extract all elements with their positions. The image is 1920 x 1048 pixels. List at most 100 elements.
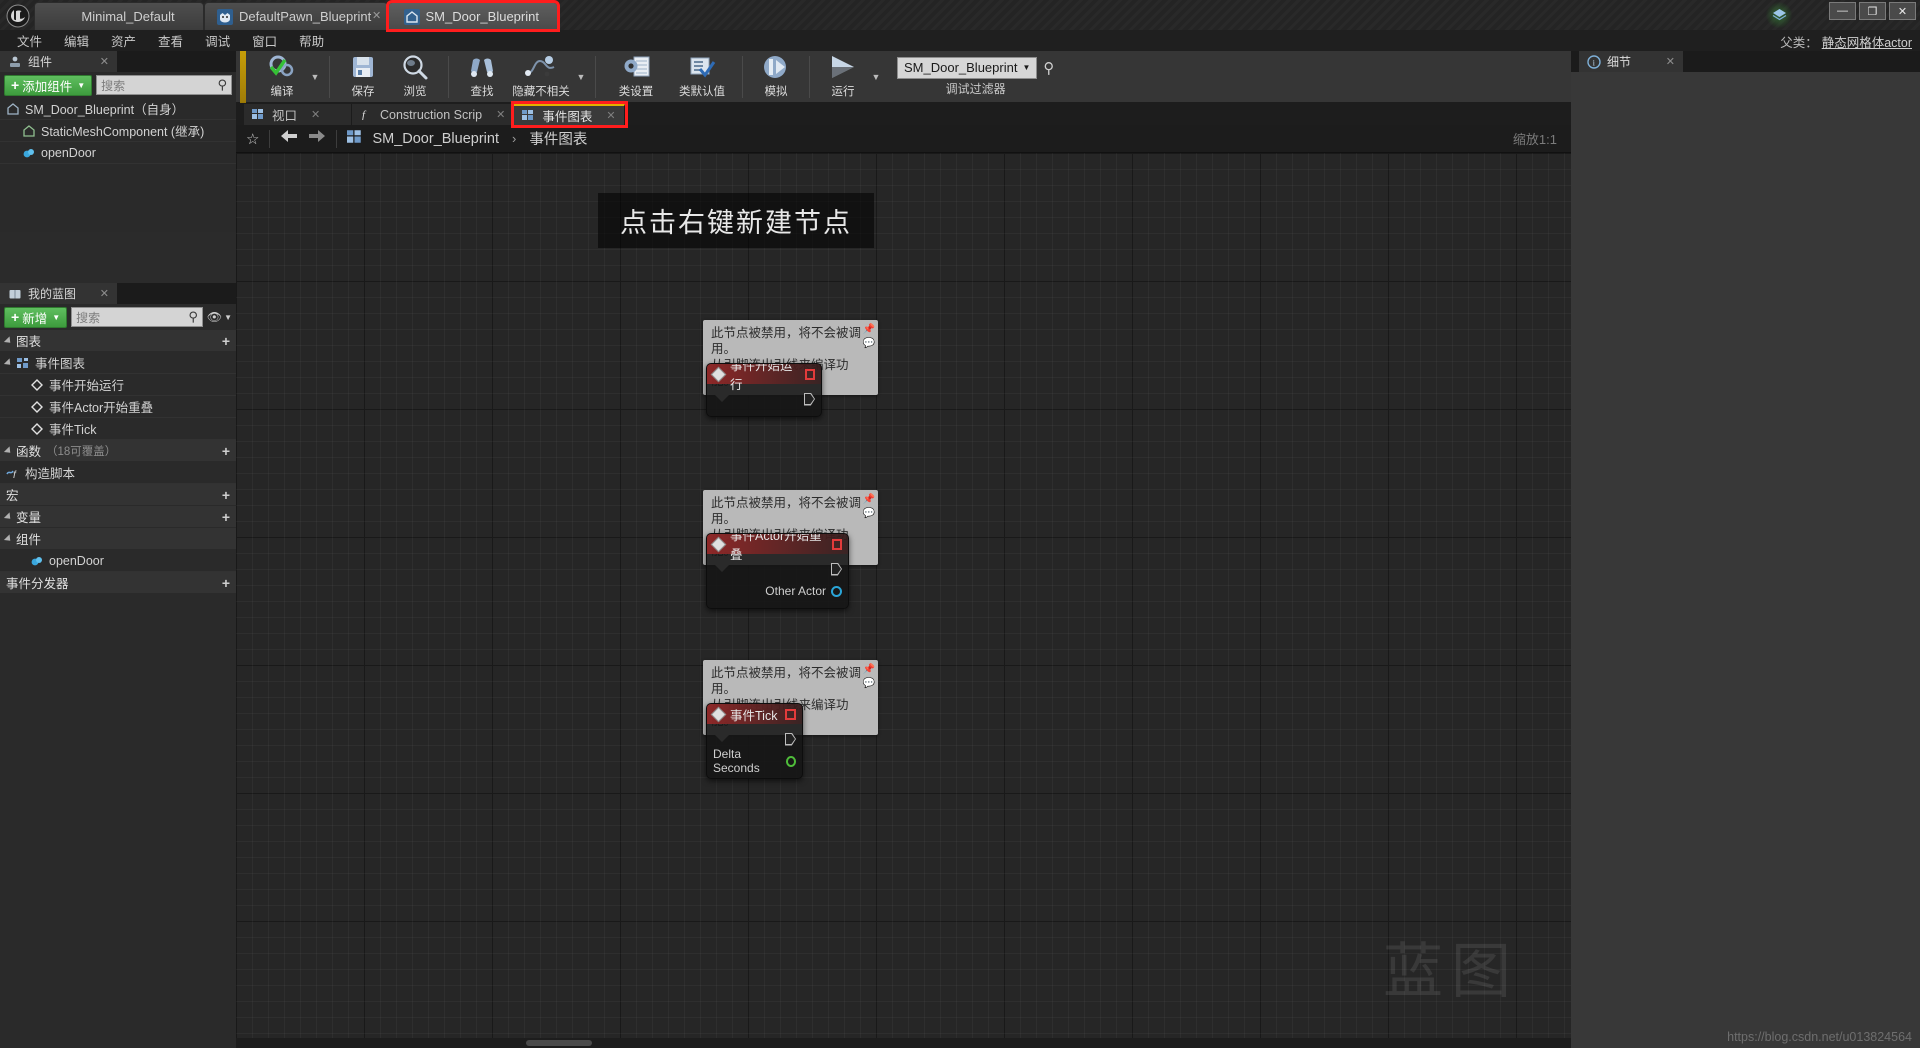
add-graph-button[interactable]: + bbox=[222, 333, 230, 349]
class-settings-button[interactable]: 类设置 bbox=[603, 52, 669, 102]
blueprint-book-icon bbox=[8, 287, 22, 301]
left-dock: 组件 ✕ + 添加组件 ▼ 搜索 ⚲ SM_Door_Blueprint（自身） bbox=[0, 51, 236, 1048]
window-tab-sm-door-blueprint[interactable]: SM_Door_Blueprint bbox=[386, 0, 561, 32]
function-item-construction-script[interactable]: f 构造脚本 bbox=[0, 462, 236, 484]
graph-item-event-begin-play[interactable]: 事件开始运行 bbox=[0, 374, 236, 396]
scrollbar-thumb[interactable] bbox=[526, 1040, 592, 1046]
window-tab-minimal-default[interactable]: Minimal_Default bbox=[34, 2, 204, 30]
debug-filter-select[interactable]: SM_Door_Blueprint ▼ bbox=[897, 56, 1038, 79]
compile-button[interactable]: 编译 bbox=[256, 52, 308, 102]
component-row-opendoor[interactable]: openDoor bbox=[0, 142, 236, 164]
components-search-input[interactable]: 搜索 ⚲ bbox=[96, 75, 232, 95]
canvas-horizontal-scrollbar[interactable] bbox=[236, 1038, 1571, 1048]
breadcrumb-leaf[interactable]: 事件图表 bbox=[529, 128, 587, 149]
unreal-account-badge-icon[interactable] bbox=[1766, 2, 1792, 28]
hide-unrelated-dropdown-caret-icon[interactable]: ▼ bbox=[574, 52, 588, 102]
close-icon[interactable]: ✕ bbox=[496, 108, 505, 121]
visibility-options-button[interactable]: 👁 ▼ bbox=[207, 310, 232, 324]
add-variable-button[interactable]: + bbox=[222, 509, 230, 525]
forward-arrow-icon[interactable] bbox=[308, 129, 326, 148]
tab-construction-script[interactable]: f Construction Scrip ✕ bbox=[352, 104, 515, 125]
tab-viewport[interactable]: 视口 ✕ bbox=[244, 104, 352, 125]
node-pin-other-actor[interactable]: Other Actor bbox=[713, 580, 842, 602]
variable-item-opendoor[interactable]: openDoor bbox=[0, 550, 236, 572]
section-components[interactable]: 组件 bbox=[0, 528, 236, 550]
section-variables[interactable]: 变量 + bbox=[0, 506, 236, 528]
exec-pin-icon[interactable] bbox=[804, 393, 815, 406]
menu-item-edit[interactable]: 编辑 bbox=[55, 29, 98, 52]
close-icon[interactable]: ✕ bbox=[1666, 55, 1675, 68]
play-button[interactable]: 运行 bbox=[817, 52, 869, 102]
compile-dropdown-caret-icon[interactable]: ▼ bbox=[308, 52, 322, 102]
tab-details[interactable]: i 细节 ✕ bbox=[1579, 51, 1683, 72]
expand-arrow-icon bbox=[3, 511, 14, 522]
menu-item-view[interactable]: 查看 bbox=[149, 29, 192, 52]
window-tab-defaultpawn-blueprint[interactable]: DefaultPawn_Blueprint ✕ bbox=[204, 2, 389, 30]
menu-item-debug[interactable]: 调试 bbox=[196, 29, 239, 52]
add-event-dispatcher-button[interactable]: + bbox=[222, 575, 230, 591]
comment-bubble-icon[interactable]: 💬 bbox=[863, 336, 875, 352]
close-icon[interactable]: ✕ bbox=[100, 55, 109, 68]
play-dropdown-caret-icon[interactable]: ▼ bbox=[869, 52, 883, 102]
section-functions[interactable]: 函数 （18可覆盖） + bbox=[0, 440, 236, 462]
divider bbox=[269, 129, 271, 148]
comment-bubble-icon[interactable]: 💬 bbox=[863, 506, 875, 522]
parent-class-value[interactable]: 静态网格体actor bbox=[1822, 32, 1912, 51]
my-blueprint-search-input[interactable]: 搜索 ⚲ bbox=[71, 307, 203, 327]
minimize-button[interactable]: — bbox=[1829, 2, 1856, 20]
favorite-star-icon[interactable]: ☆ bbox=[246, 130, 259, 148]
component-row-self[interactable]: SM_Door_Blueprint（自身） bbox=[0, 98, 236, 120]
breadcrumb-separator: › bbox=[512, 131, 517, 146]
add-function-button[interactable]: + bbox=[222, 443, 230, 459]
section-label: 宏 bbox=[6, 489, 19, 503]
node-event-begin-play[interactable]: 事件开始运行 bbox=[706, 363, 822, 417]
component-blue-icon bbox=[22, 146, 36, 160]
subsection-event-graph[interactable]: 事件图表 bbox=[0, 352, 236, 374]
breadcrumb-root[interactable]: SM_Door_Blueprint bbox=[372, 131, 499, 147]
exec-pin-icon[interactable] bbox=[831, 563, 842, 576]
graph-item-event-actor-begin-overlap[interactable]: 事件Actor开始重叠 bbox=[0, 396, 236, 418]
float-pin-icon[interactable] bbox=[785, 755, 796, 767]
menu-item-asset[interactable]: 资产 bbox=[102, 29, 145, 52]
play-icon bbox=[827, 52, 859, 82]
function-item-label: 构造脚本 bbox=[25, 467, 76, 481]
browse-button[interactable]: 浏览 bbox=[389, 52, 441, 102]
menu-item-help[interactable]: 帮助 bbox=[290, 29, 333, 52]
debug-filter-search-icon[interactable]: ⚲ bbox=[1043, 59, 1054, 77]
close-icon[interactable]: ✕ bbox=[311, 108, 320, 121]
node-pin-delta-seconds[interactable]: Delta Seconds bbox=[713, 747, 796, 775]
hide-unrelated-button[interactable]: 隐藏不相关 bbox=[508, 52, 574, 102]
event-graph-canvas[interactable]: 点击右键新建节点 此节点被禁用，将不会被调用。 从引脚连出引线来编译功能。 📌 … bbox=[236, 153, 1571, 1048]
object-pin-icon[interactable] bbox=[831, 585, 842, 597]
tab-my-blueprint[interactable]: 我的蓝图 ✕ bbox=[0, 283, 118, 304]
comment-bubble-icon[interactable]: 💬 bbox=[863, 676, 875, 692]
back-arrow-icon[interactable] bbox=[280, 129, 298, 148]
close-icon[interactable]: ✕ bbox=[100, 287, 109, 300]
graph-item-event-tick[interactable]: 事件Tick bbox=[0, 418, 236, 440]
simulate-button[interactable]: 模拟 bbox=[750, 52, 802, 102]
close-icon[interactable]: ✕ bbox=[606, 109, 615, 122]
add-macro-button[interactable]: + bbox=[222, 487, 230, 503]
comment-line-1: 此节点被禁用，将不会被调用。 bbox=[711, 326, 862, 356]
section-graphs[interactable]: 图表 + bbox=[0, 330, 236, 352]
expand-arrow-icon bbox=[3, 335, 14, 346]
exec-pin-icon[interactable] bbox=[785, 733, 796, 746]
tab-event-graph[interactable]: 事件图表 ✕ bbox=[511, 101, 628, 128]
add-component-button[interactable]: + 添加组件 ▼ bbox=[4, 74, 93, 96]
section-event-dispatchers[interactable]: 事件分发器 + bbox=[0, 572, 236, 594]
node-event-tick[interactable]: 事件Tick Delta Seconds bbox=[706, 703, 803, 779]
section-macros[interactable]: 宏 + bbox=[0, 484, 236, 506]
menu-item-file[interactable]: 文件 bbox=[8, 29, 51, 52]
add-new-button[interactable]: + 新增 ▼ bbox=[4, 306, 68, 328]
unreal-blueprint-editor: Minimal_Default DefaultPawn_Blueprint ✕ … bbox=[0, 0, 1920, 1048]
maximize-button[interactable]: ❐ bbox=[1859, 2, 1886, 20]
window-tab-close-icon[interactable]: ✕ bbox=[372, 9, 381, 22]
class-defaults-button[interactable]: 类默认值 bbox=[669, 52, 735, 102]
close-button[interactable]: ✕ bbox=[1889, 2, 1916, 20]
component-row-staticmesh[interactable]: StaticMeshComponent (继承) bbox=[0, 120, 236, 142]
menu-item-window[interactable]: 窗口 bbox=[243, 29, 286, 52]
node-event-actor-begin-overlap[interactable]: 事件Actor开始重叠 Other Actor bbox=[706, 533, 849, 609]
tab-components[interactable]: 组件 ✕ bbox=[0, 51, 118, 72]
save-button[interactable]: 保存 bbox=[337, 52, 389, 102]
find-button[interactable]: 查找 bbox=[456, 52, 508, 102]
